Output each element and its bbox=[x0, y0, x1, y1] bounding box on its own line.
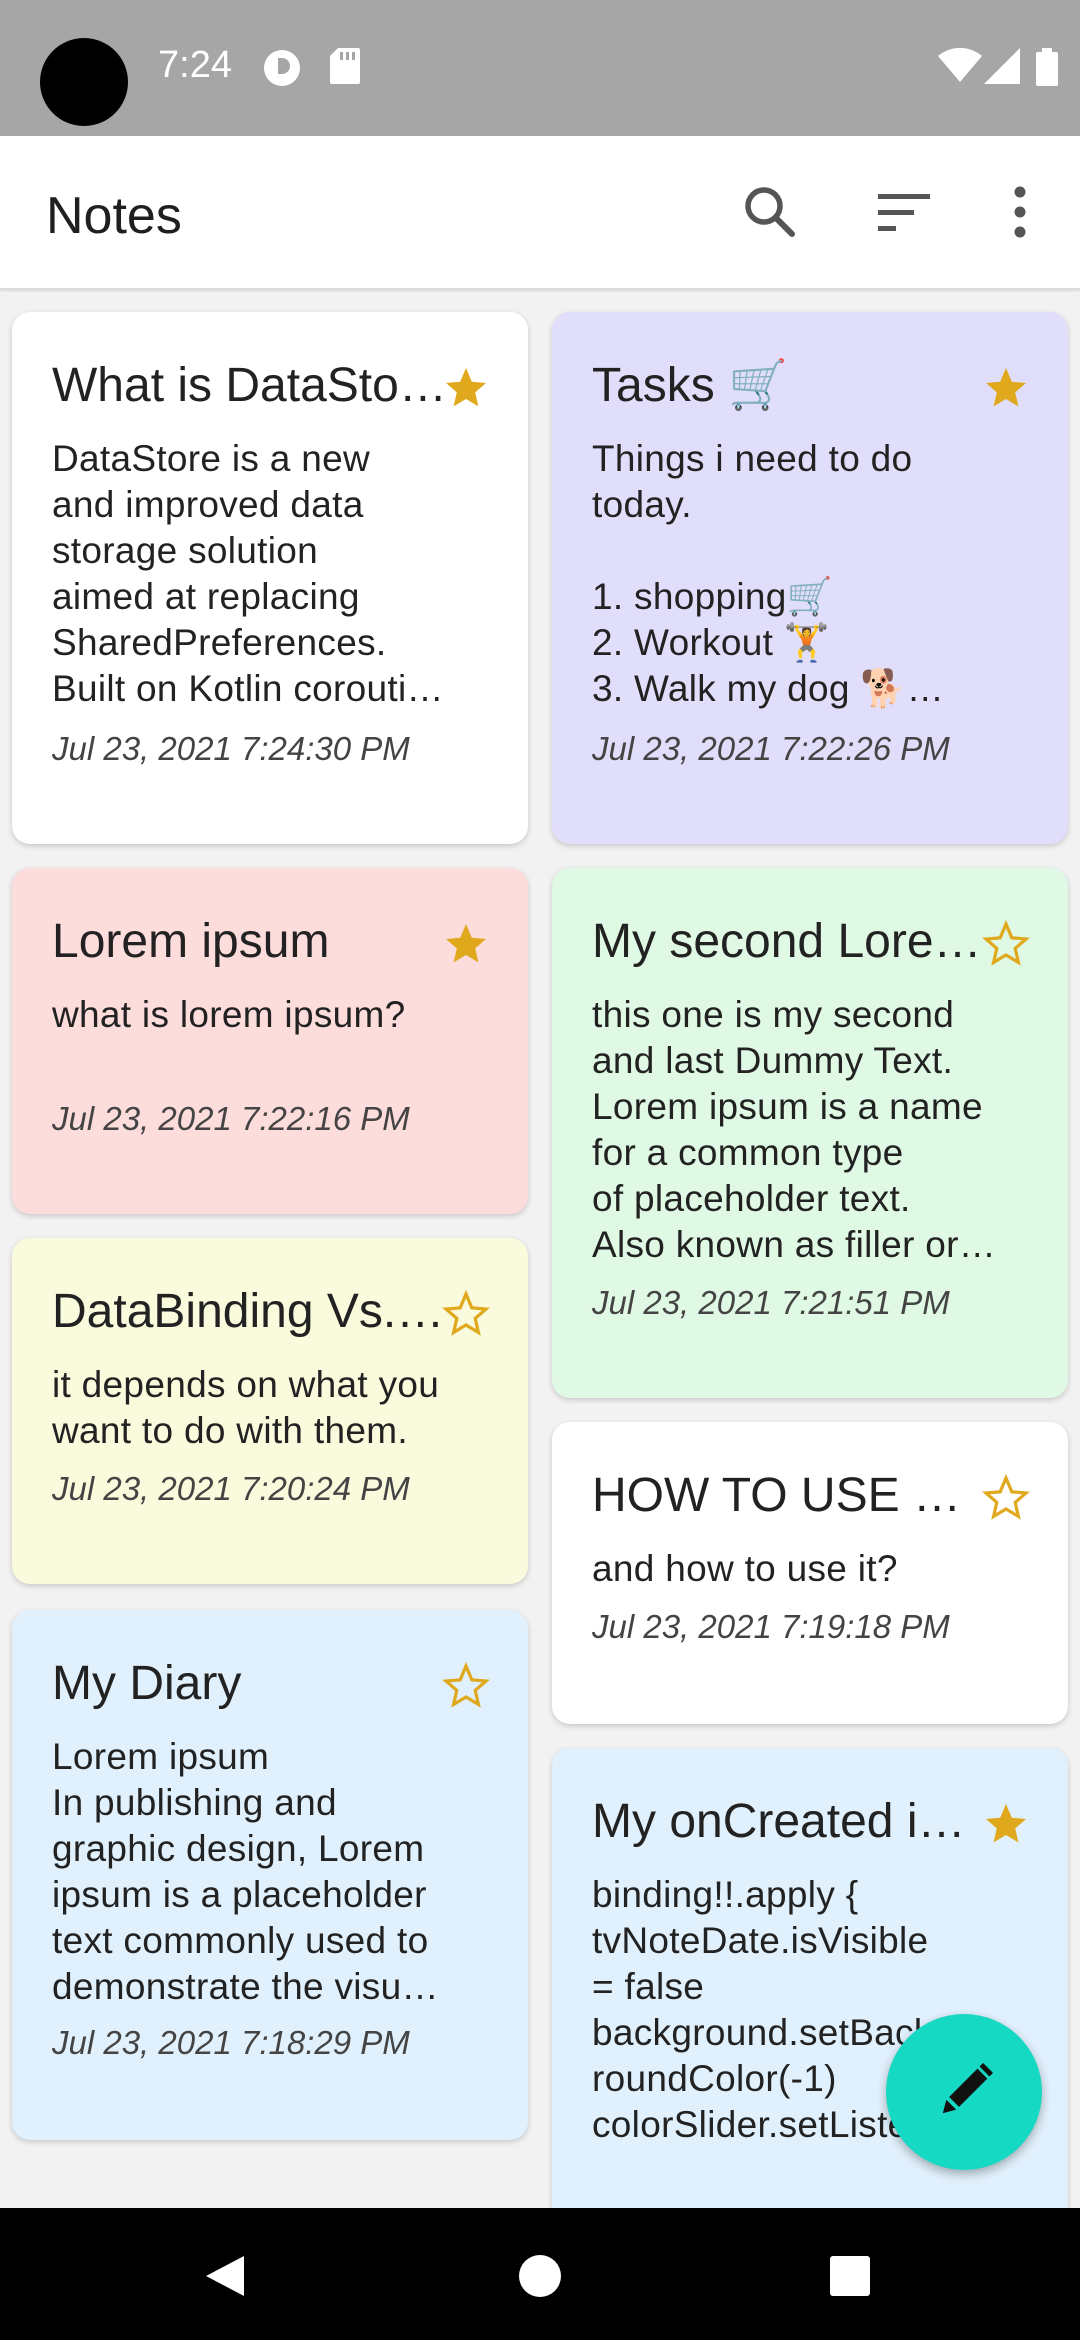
note-body: Lorem ipsum In publishing and graphic de… bbox=[52, 1736, 439, 2007]
status-time: 7:24 bbox=[158, 44, 232, 86]
note-card[interactable]: Lorem ipsum what is lorem ipsum? Jul 23,… bbox=[12, 868, 528, 1214]
sort-icon[interactable] bbox=[872, 180, 936, 244]
note-date: Jul 23, 2021 7:18:29 PM bbox=[52, 2024, 410, 2061]
note-card[interactable]: DataBinding Vs. ViewBinding it depends o… bbox=[12, 1238, 528, 1584]
note-card[interactable]: Tasks 🛒 Things i need to do today. 1. sh… bbox=[552, 312, 1068, 844]
star-outline-icon[interactable] bbox=[982, 920, 1030, 968]
note-title: My Diary bbox=[52, 1657, 242, 1710]
star-filled-icon[interactable] bbox=[982, 364, 1030, 412]
edit-pencil-icon bbox=[942, 2063, 993, 2114]
star-outline-icon[interactable] bbox=[982, 1474, 1030, 1522]
note-date: Jul 23, 2021 7:19:18 PM bbox=[592, 1608, 950, 1645]
note-date: Jul 23, 2021 7:21:51 PM bbox=[592, 1284, 950, 1321]
note-title: My second Lorem ipsum bbox=[592, 915, 988, 968]
note-card[interactable]: My Diary Lorem ipsum In publishing and g… bbox=[12, 1610, 528, 2140]
note-card[interactable]: My second Lorem ipsum this one is my sec… bbox=[552, 868, 1068, 1398]
note-title: HOW TO USE DataStore bbox=[592, 1469, 988, 1522]
system-nav-bar bbox=[0, 2208, 1080, 2340]
page-title: Notes bbox=[46, 187, 182, 245]
star-outline-icon[interactable] bbox=[442, 1662, 490, 1710]
note-title: Tasks 🛒 bbox=[592, 359, 788, 412]
note-title: My onCreated is here bbox=[592, 1795, 988, 1848]
note-date: Jul 23, 2021 7:22:26 PM bbox=[592, 730, 950, 767]
note-body: what is lorem ipsum? bbox=[52, 994, 406, 1035]
battery-icon bbox=[1036, 48, 1058, 86]
back-icon[interactable] bbox=[200, 2252, 248, 2300]
notes-grid: What is DataStore? DataStore is a new an… bbox=[0, 292, 1080, 2208]
note-body: this one is my second and last Dummy Tex… bbox=[592, 994, 997, 1265]
note-date: Jul 23, 2021 7:20:24 PM bbox=[52, 1470, 410, 1507]
note-card[interactable]: What is DataStore? DataStore is a new an… bbox=[12, 312, 528, 844]
note-body: and how to use it? bbox=[592, 1548, 898, 1589]
star-filled-icon[interactable] bbox=[442, 364, 490, 412]
cell-signal-icon bbox=[984, 48, 1020, 84]
star-filled-icon[interactable] bbox=[442, 920, 490, 968]
star-filled-icon[interactable] bbox=[982, 1800, 1030, 1848]
home-icon[interactable] bbox=[516, 2252, 564, 2300]
note-date: Jul 23, 2021 7:22:16 PM bbox=[52, 1100, 410, 1137]
wifi-icon bbox=[938, 48, 982, 82]
note-title: What is DataStore? bbox=[52, 359, 448, 412]
note-title: Lorem ipsum bbox=[52, 915, 330, 968]
star-outline-icon[interactable] bbox=[442, 1290, 490, 1338]
sd-card-icon bbox=[330, 48, 360, 84]
note-title: DataBinding Vs. ViewBinding bbox=[52, 1285, 448, 1338]
note-card[interactable]: HOW TO USE DataStore and how to use it? … bbox=[552, 1422, 1068, 1724]
status-bar: 7:24 bbox=[0, 0, 1080, 136]
note-body: Things i need to do today. 1. shopping🛒 … bbox=[592, 438, 945, 709]
data-saver-icon bbox=[264, 50, 300, 86]
new-note-button[interactable] bbox=[886, 2014, 1042, 2170]
more-vert-icon[interactable] bbox=[988, 180, 1052, 244]
note-body: it depends on what you want to do with t… bbox=[52, 1364, 440, 1451]
recents-icon[interactable] bbox=[828, 2254, 872, 2298]
app-bar: Notes bbox=[0, 136, 1080, 290]
search-icon[interactable] bbox=[738, 180, 802, 244]
note-body: DataStore is a new and improved data sto… bbox=[52, 438, 444, 709]
camera-cutout bbox=[40, 38, 128, 126]
note-date: Jul 23, 2021 7:24:30 PM bbox=[52, 730, 410, 767]
